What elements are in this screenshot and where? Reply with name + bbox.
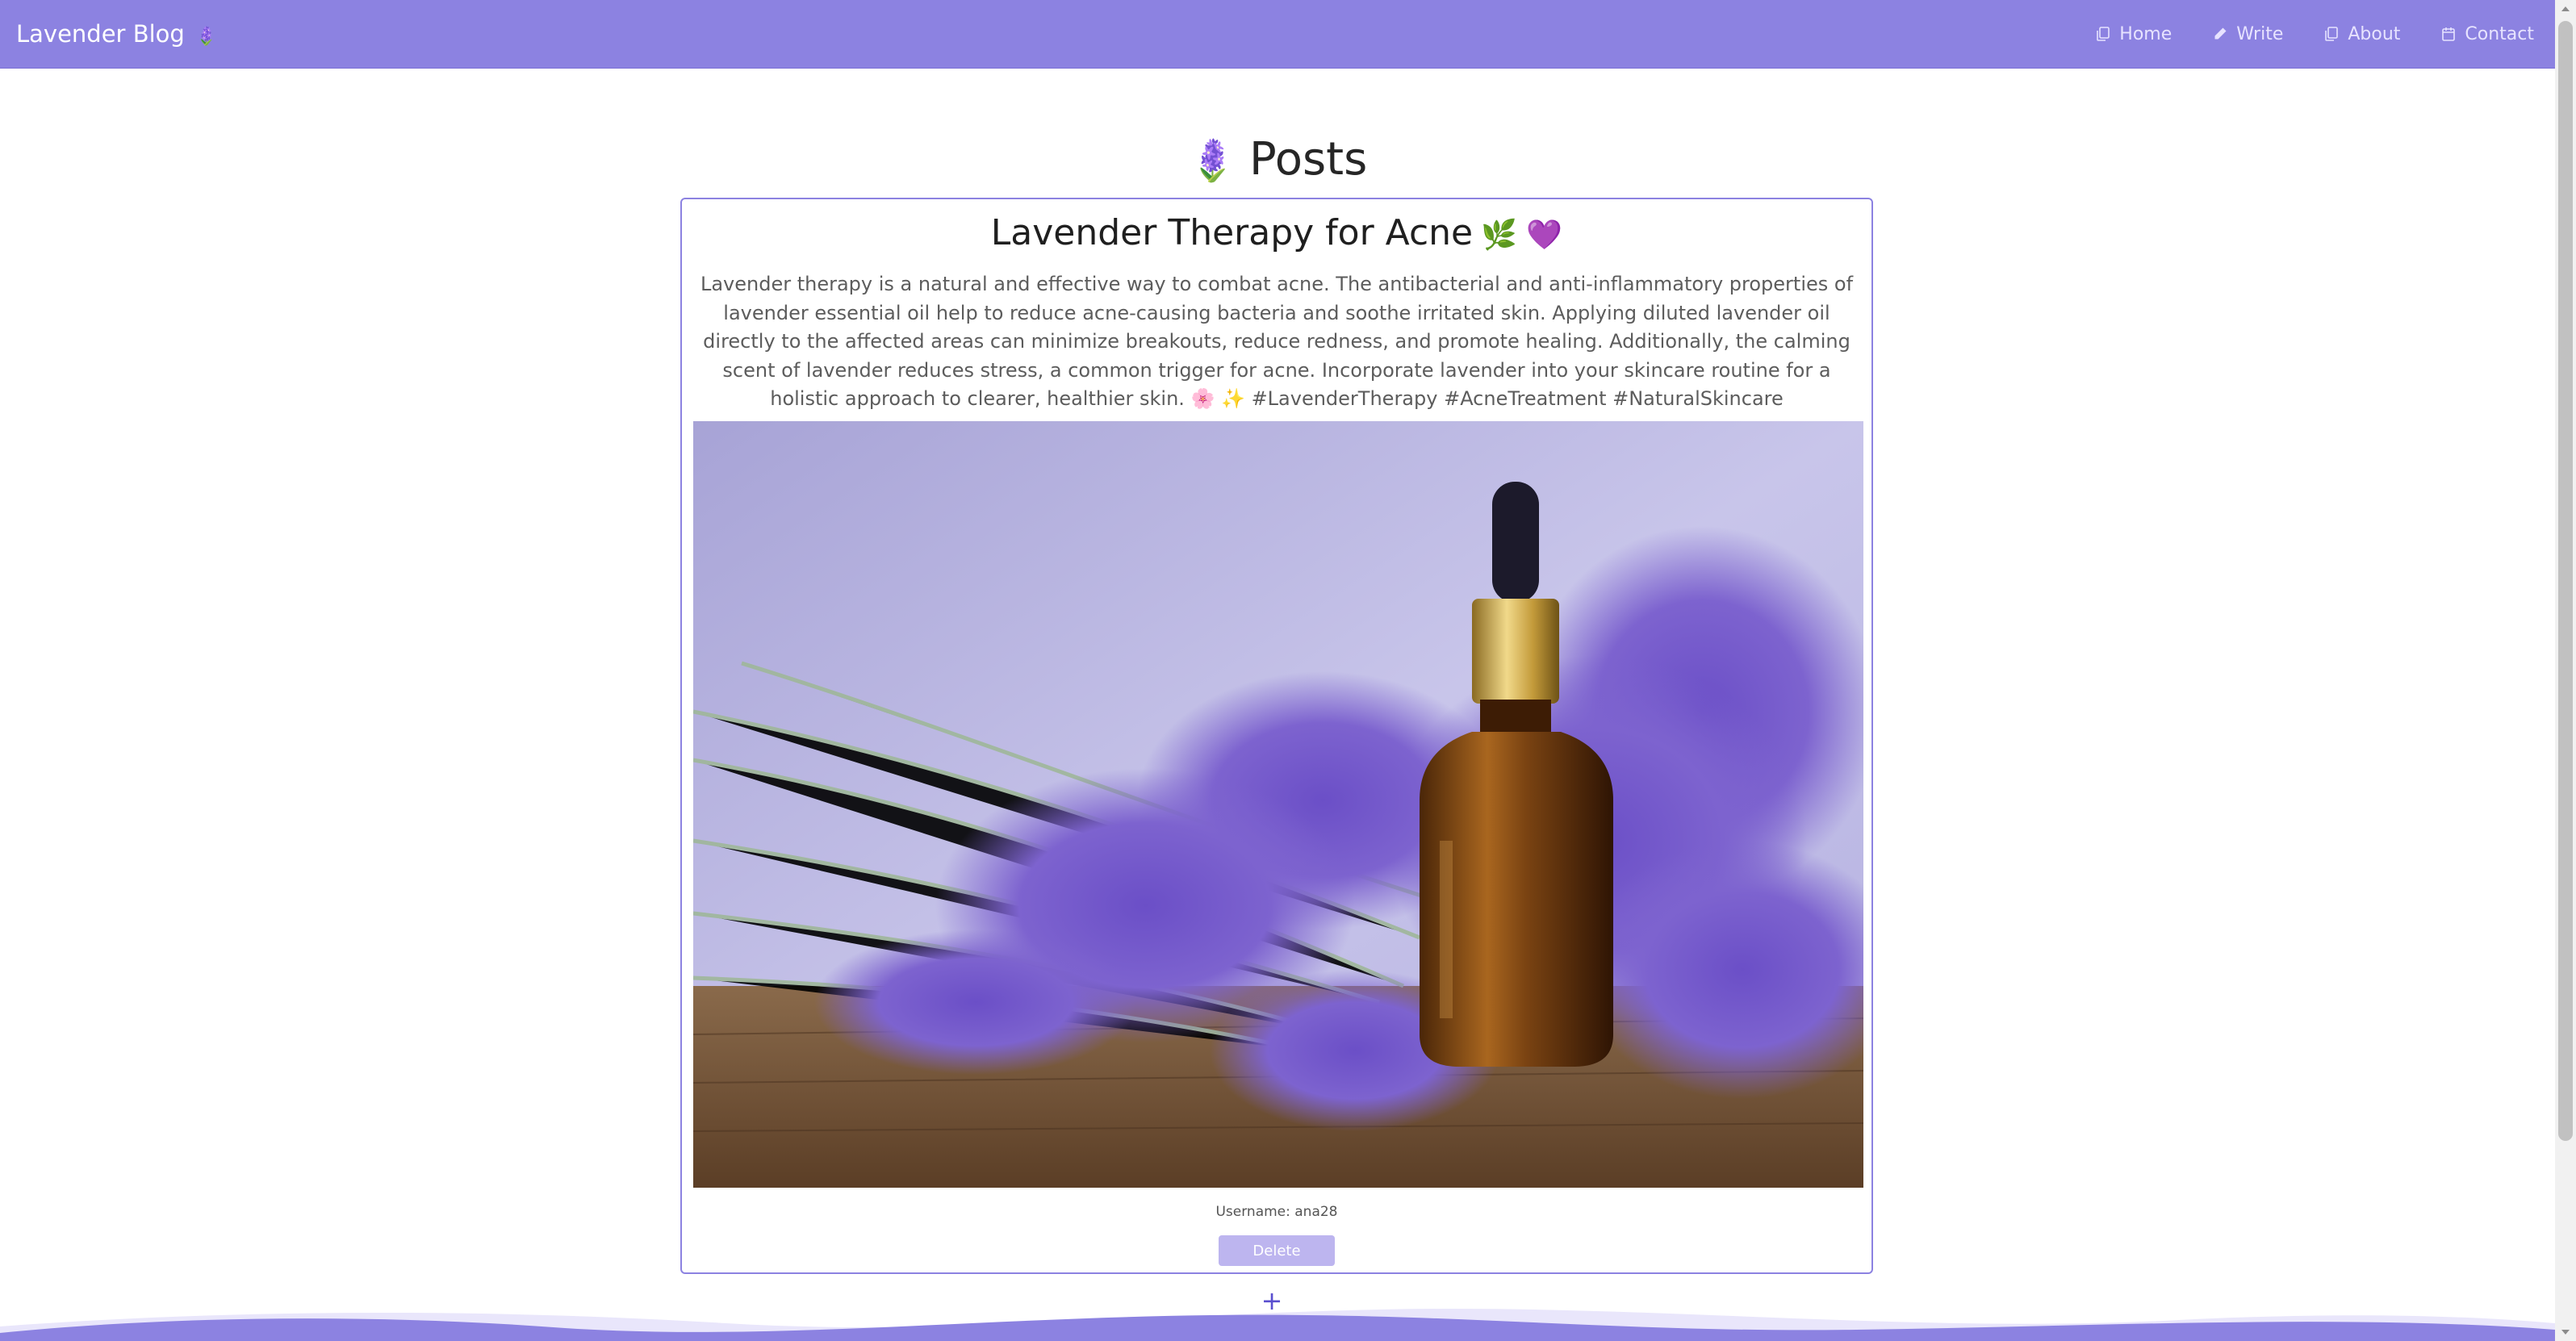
pencil-icon <box>2214 27 2227 40</box>
nav-links: Home Write About Contact <box>2095 0 2534 68</box>
nav-write[interactable]: Write <box>2212 24 2283 44</box>
scrollbar[interactable] <box>2555 0 2576 1341</box>
page-title: 🪻 Posts <box>0 129 2555 191</box>
scrollbar-thumb[interactable] <box>2558 21 2573 1141</box>
page-title-text: Posts <box>1248 133 1368 186</box>
nav-home[interactable]: Home <box>2095 24 2172 44</box>
nav-about-label: About <box>2348 23 2401 44</box>
copy-icon <box>2325 27 2339 41</box>
post-title: Lavender Therapy for Acne 🌿 💜 <box>682 207 1871 261</box>
post-body: Lavender therapy is a natural and effect… <box>700 273 1854 410</box>
post-card: Lavender Therapy for Acne 🌿 💜 Lavender th… <box>680 198 1873 1274</box>
nav-contact-label: Contact <box>2465 23 2534 44</box>
delete-button[interactable]: Delete <box>1219 1235 1335 1266</box>
herb-heart-emoji: 🌿 💜 <box>1481 219 1563 252</box>
copy-icon <box>2097 27 2110 41</box>
post-username: Username: ana28 <box>1215 1204 1338 1220</box>
nav-contact[interactable]: Contact <box>2440 24 2534 44</box>
lavender-oil-photo <box>693 421 1863 1188</box>
nav-about[interactable]: About <box>2323 24 2400 44</box>
brand-name: Lavender Blog <box>16 20 185 48</box>
calendar-icon <box>2442 27 2456 41</box>
scroll-up-arrow-icon[interactable] <box>2561 6 2570 11</box>
nav-home-label: Home <box>2119 23 2172 44</box>
navbar: Lavender Blog 🪻 Home Write About Contact <box>0 0 2555 69</box>
scroll-down-arrow-icon[interactable] <box>2561 1330 2570 1335</box>
post-image <box>693 421 1863 1188</box>
brand[interactable]: Lavender Blog 🪻 <box>16 0 217 68</box>
lavender-flower-icon: 🪻 <box>1187 137 1238 184</box>
lavender-flower-icon: 🪻 <box>195 27 218 47</box>
bottom-waves <box>0 1309 2555 1341</box>
nav-write-label: Write <box>2236 23 2284 44</box>
post-title-text: Lavender Therapy for Acne <box>990 212 1474 253</box>
